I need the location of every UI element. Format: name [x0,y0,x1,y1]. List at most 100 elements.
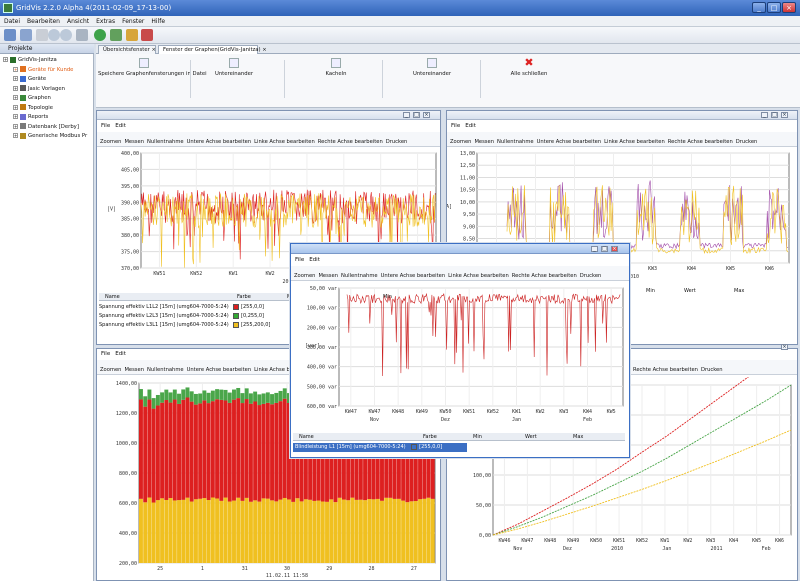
close-all-button[interactable]: ✖ Alle schließen [504,57,554,77]
tree-item[interactable]: + Jasic Vorlagen [0,85,94,94]
expand-icon[interactable]: + [13,85,18,91]
menu-ansicht[interactable]: Ansicht [67,16,89,26]
bar [232,399,236,501]
table-row[interactable]: Spannung effektiv L3L1 [15m] (umg604-700… [99,321,299,330]
table-row[interactable]: Spannung effektiv L1L2 [15m] (umg604-700… [99,303,299,312]
lower-axis-button[interactable]: Untere Achse bearbeiten [537,132,602,146]
window-close-icon[interactable]: × [423,112,430,118]
window-close-icon[interactable]: × [781,344,788,350]
zero-button[interactable]: Nullentnahme [147,360,184,374]
tab-graphs[interactable]: Fenster der Graphen(GridVis-Janitza) × [158,45,267,54]
zoom-button[interactable]: Zoomen [450,132,471,146]
open-icon[interactable] [20,29,32,41]
zero-button[interactable]: Nullentnahme [497,132,534,146]
lower-axis-button[interactable]: Untere Achse bearbeiten [187,132,252,146]
zoom-button[interactable]: Zoomen [100,132,121,146]
tree-item[interactable]: + Reports [0,113,94,122]
menu-fenster[interactable]: Fenster [122,16,144,26]
expand-icon[interactable]: + [13,123,18,129]
table-row[interactable]: Blindleistung L1 [15m] (umg604-7000-5:24… [293,443,467,452]
x-group-label: Jan [512,417,521,423]
print-button[interactable]: Drucken [736,132,758,146]
tab-overview[interactable]: Übersichtsfenster × [98,45,156,54]
expand-icon[interactable]: + [13,114,18,119]
tree-item[interactable]: + GridVis-Janitza [0,56,94,65]
menu-edit[interactable]: Edit [115,122,126,131]
print-button[interactable]: Drucken [386,132,408,146]
left-axis-button[interactable]: Linke Achse bearbeiten [604,132,665,146]
tile-windows-button[interactable]: Kacheln [316,58,356,77]
tree-item[interactable]: + Topologie [0,104,94,113]
side-by-side-button[interactable]: Untereinander [412,58,452,77]
save-layout-button[interactable]: Speichere Graphenfensterungen in Datei [98,58,207,77]
print-button[interactable]: Drucken [701,360,723,374]
reactive-chart[interactable]: 50,00 var100,00 var200,00 var300,00 var4… [291,283,629,428]
tree-item[interactable]: + Geräte für Kunde [0,66,94,75]
expand-icon[interactable]: + [13,133,18,138]
redo-icon[interactable] [60,29,72,41]
menu-file[interactable]: File [295,256,304,265]
zoom-button[interactable]: Zoomen [100,360,121,374]
lower-axis-button[interactable]: Untere Achse bearbeiten [381,266,446,280]
stop-icon[interactable] [76,29,88,41]
tree-item[interactable]: + Generische Modbus Pr [0,132,94,141]
tool-icon[interactable] [126,29,138,41]
minimize-button[interactable]: _ [752,2,766,13]
zero-button[interactable]: Nullentnahme [147,132,184,146]
graph-window-header[interactable] [447,111,797,120]
window-minimize-icon[interactable]: _ [761,112,768,118]
expand-icon[interactable]: + [13,95,18,100]
refresh-icon[interactable] [94,29,106,41]
right-axis-button[interactable]: Rechte Achse bearbeiten [512,266,577,280]
tree-item[interactable]: + Datenbank [Derby] [0,123,94,132]
lower-axis-button[interactable]: Untere Achse bearbeiten [187,360,252,374]
popup-title-bar[interactable] [291,244,629,254]
zero-button[interactable]: Nullentnahme [341,266,378,280]
measure-button[interactable]: Messen [318,266,338,280]
right-axis-button[interactable]: Rechte Achse bearbeiten [633,360,698,374]
expand-icon[interactable]: + [13,104,18,110]
maximize-button[interactable]: □ [767,2,781,13]
menu-file[interactable]: File [101,350,110,359]
menu-edit[interactable]: Edit [465,122,476,131]
left-axis-button[interactable]: Linke Achse bearbeiten [448,266,509,280]
window-close-icon[interactable]: × [611,246,618,252]
print-button[interactable]: Drucken [580,266,602,280]
new-project-icon[interactable] [4,29,16,41]
window-minimize-icon[interactable]: _ [403,112,410,118]
zoom-button[interactable]: Zoomen [294,266,315,280]
measure-button[interactable]: Messen [474,132,494,146]
right-axis-button[interactable]: Rechte Achse bearbeiten [318,132,383,146]
expand-icon[interactable]: + [13,66,18,72]
window-maximize-icon[interactable]: □ [413,112,420,118]
measure-button[interactable]: Messen [124,360,144,374]
window-maximize-icon[interactable]: □ [771,112,778,118]
window-maximize-icon[interactable]: □ [601,246,608,252]
save-icon[interactable] [36,29,48,41]
menu-file[interactable]: File [451,122,460,131]
graph-window-header[interactable] [97,111,440,120]
window-minimize-icon[interactable]: _ [591,246,598,252]
right-axis-button[interactable]: Rechte Achse bearbeiten [668,132,733,146]
close-button[interactable]: × [782,2,796,13]
expand-icon[interactable]: + [3,57,8,62]
menu-datei[interactable]: Datei [4,16,20,26]
menu-bearbeiten[interactable]: Bearbeiten [27,16,60,26]
menu-edit[interactable]: Edit [309,256,320,265]
undo-icon[interactable] [48,29,60,41]
menu-hilfe[interactable]: Hilfe [151,16,165,26]
expand-icon[interactable]: + [13,76,18,81]
tree-item[interactable]: + Geräte [0,75,94,84]
export-icon[interactable] [141,29,153,41]
table-row[interactable]: Spannung effektiv L2L3 [15m] (umg604-700… [99,312,299,321]
device-icon[interactable] [110,29,122,41]
stack-windows-button[interactable]: Untereinander [214,58,254,77]
menu-edit[interactable]: Edit [115,350,126,359]
measure-button[interactable]: Messen [124,132,144,146]
menu-extras[interactable]: Extras [96,16,115,26]
tree-item[interactable]: + Graphen [0,94,94,103]
window-close-icon[interactable]: × [781,112,788,118]
left-axis-button[interactable]: Linke Achse bearbeiten [254,132,315,146]
window-title-bar[interactable]: GridVis 2.2.0 Alpha 4(2011-02-09_17-13-0… [0,0,800,16]
menu-file[interactable]: File [101,122,110,131]
